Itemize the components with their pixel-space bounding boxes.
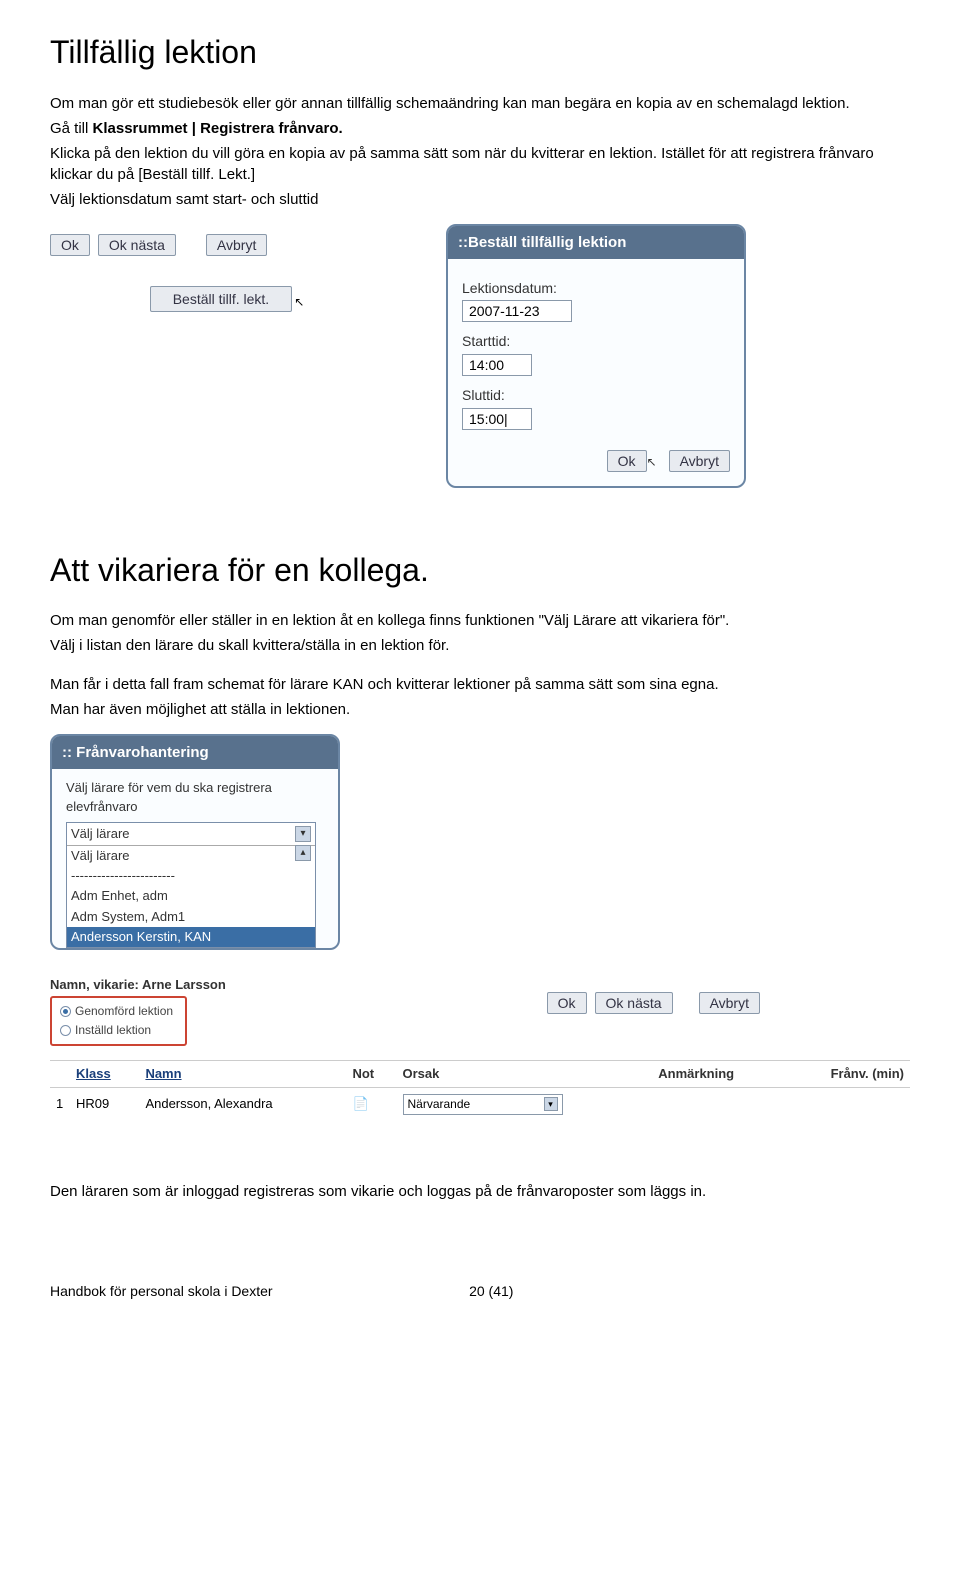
- ok-next-button[interactable]: Ok nästa: [98, 234, 176, 256]
- order-temp-lesson-panel: ::Beställ tillfällig lektion Lektionsdat…: [446, 224, 746, 488]
- footer-right: 20 (41): [469, 1282, 513, 1302]
- footer-left: Handbok för personal skola i Dexter: [50, 1282, 273, 1302]
- col-anm: Anmärkning: [652, 1060, 783, 1087]
- wide-ok-button[interactable]: Ok: [547, 992, 587, 1014]
- section-title-substitute: Att vikariera för en kollega.: [50, 548, 910, 593]
- radio-cancelled-label[interactable]: Inställd lektion: [75, 1023, 151, 1037]
- body2-2: Välj i listan den lärare du skall kvitte…: [50, 635, 910, 656]
- chevron-down-icon[interactable]: ▾: [544, 1097, 558, 1111]
- body2-3: Man får i detta fall fram schemat för lä…: [50, 674, 910, 695]
- note-icon[interactable]: 📄: [352, 1096, 368, 1111]
- body2-4: Man har även möjlighet att ställa in lek…: [50, 699, 910, 720]
- radio-checked-icon[interactable]: [60, 1006, 71, 1017]
- intro-2: Gå till Klassrummet | Registrera frånvar…: [50, 118, 910, 139]
- cursor-pointer-icon: ↖: [647, 454, 657, 476]
- list-item[interactable]: Adm System, Adm1: [67, 907, 315, 927]
- col-klass[interactable]: Klass: [70, 1060, 139, 1087]
- col-orsak: Orsak: [397, 1060, 653, 1087]
- attendance-table: Klass Namn Not Orsak Anmärkning Frånv. (…: [50, 1060, 910, 1121]
- row-index: 1: [50, 1087, 70, 1120]
- col-namn[interactable]: Namn: [139, 1060, 346, 1087]
- reason-select[interactable]: Närvarande ▾: [403, 1094, 563, 1115]
- chevron-down-icon[interactable]: ▾: [295, 826, 311, 842]
- panel-ok-button[interactable]: Ok: [607, 450, 647, 472]
- lesson-date-input[interactable]: [462, 300, 572, 322]
- cursor-pointer-icon: ↖: [294, 294, 304, 311]
- table-row: 1 HR09 Andersson, Alexandra 📄 Närvarande…: [50, 1087, 910, 1120]
- col-franv: Frånv. (min): [783, 1060, 910, 1087]
- start-label: Starttid:: [462, 332, 730, 352]
- reason-value: Närvarande: [408, 1096, 471, 1113]
- order-temp-lesson-button[interactable]: Beställ tillf. lekt.: [150, 286, 292, 312]
- end-label: Sluttid:: [462, 386, 730, 406]
- closing-text: Den läraren som är inloggad registreras …: [50, 1181, 910, 1202]
- intro-3: Klicka på den lektion du vill göra en ko…: [50, 143, 910, 185]
- panel-title: ::Beställ tillfällig lektion: [448, 226, 744, 259]
- wide-ok-next-button[interactable]: Ok nästa: [595, 992, 673, 1014]
- end-time-input[interactable]: [462, 408, 532, 430]
- chevron-up-icon[interactable]: ▴: [295, 845, 311, 861]
- panel2-title: :: Frånvarohantering: [52, 736, 338, 769]
- absence-handling-panel: :: Frånvarohantering Välj lärare för vem…: [50, 734, 340, 950]
- cancel-button[interactable]: Avbryt: [206, 234, 267, 256]
- start-time-input[interactable]: [462, 354, 532, 376]
- date-label: Lektionsdatum:: [462, 279, 730, 299]
- intro-1: Om man gör ett studiebesök eller gör ann…: [50, 93, 910, 114]
- intro-4: Välj lektionsdatum samt start- och slutt…: [50, 189, 910, 210]
- list-item-separator: ------------------------: [67, 866, 315, 886]
- wide-cancel-button[interactable]: Avbryt: [699, 992, 760, 1014]
- body2-1: Om man genomför eller ställer in en lekt…: [50, 610, 910, 631]
- radio-unchecked-icon[interactable]: [60, 1025, 71, 1036]
- row-namn: Andersson, Alexandra: [139, 1087, 346, 1120]
- teacher-select-value: Välj lärare: [71, 825, 130, 843]
- row-klass: HR09: [70, 1087, 139, 1120]
- list-item[interactable]: Välj lärare ▴: [67, 846, 315, 866]
- list-item-selected[interactable]: Andersson Kerstin, KAN: [67, 927, 315, 947]
- ok-button[interactable]: Ok: [50, 234, 90, 256]
- lesson-status-radio-group: Genomförd lektion Inställd lektion: [50, 996, 187, 1046]
- radio-completed-label[interactable]: Genomförd lektion: [75, 1004, 173, 1018]
- panel-cancel-button[interactable]: Avbryt: [669, 450, 730, 472]
- teacher-select[interactable]: Välj lärare ▾ Välj lärare ▴ ------------…: [66, 822, 316, 948]
- list-item[interactable]: Adm Enhet, adm: [67, 886, 315, 906]
- panel2-hint: Välj lärare för vem du ska registrera el…: [66, 779, 324, 815]
- page-title: Tillfällig lektion: [50, 30, 910, 75]
- substitute-name-label: Namn, vikarie: Arne Larsson: [50, 976, 226, 994]
- col-not: Not: [346, 1060, 396, 1087]
